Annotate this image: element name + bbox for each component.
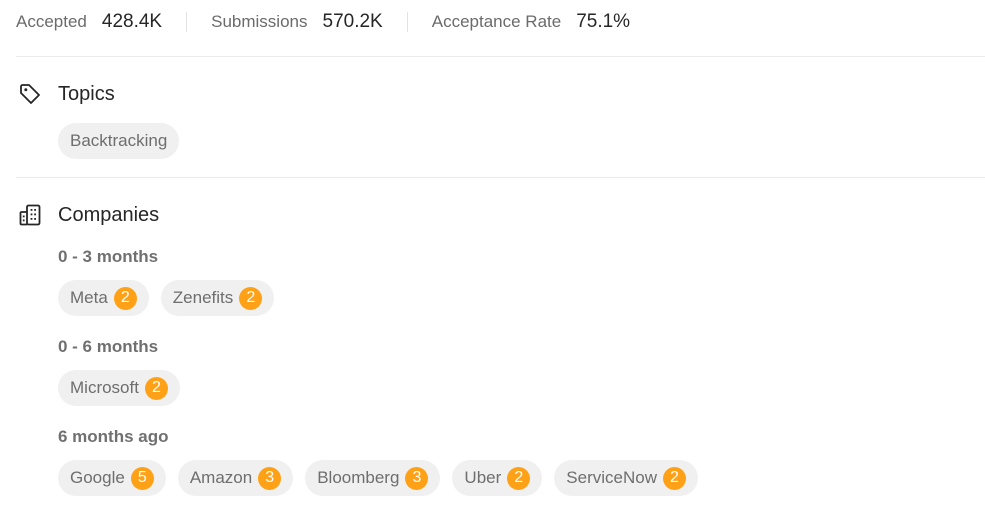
- company-name: ServiceNow: [566, 468, 657, 487]
- topic-tag[interactable]: Backtracking: [58, 123, 180, 159]
- company-name: Zenefits: [172, 288, 234, 307]
- count-badge: 2: [507, 466, 531, 490]
- count-badge: 3: [258, 466, 282, 490]
- stat-label: Acceptance Rate: [431, 12, 562, 31]
- companies-header[interactable]: Companies: [18, 201, 159, 229]
- stat-accepted: Accepted 428.4K: [16, 11, 162, 33]
- company-tag-google[interactable]: Google 5: [58, 460, 166, 496]
- section-title: Companies: [58, 203, 160, 226]
- company-tags: Meta 2 Zenefits 2: [58, 280, 275, 316]
- stat-value: 75.1%: [576, 11, 631, 32]
- company-tag-amazon[interactable]: Amazon 3: [177, 460, 294, 496]
- company-tag-servicenow[interactable]: ServiceNow 2: [554, 460, 698, 496]
- company-tags: Microsoft 2: [58, 370, 180, 406]
- divider: [406, 12, 408, 32]
- company-tags: Google 5 Amazon 3 Bloomberg 3 Uber 2 Ser…: [58, 460, 698, 496]
- topics-header[interactable]: Topics: [18, 80, 115, 108]
- stats-bar: Accepted 428.4K Submissions 570.2K Accep…: [16, 0, 630, 44]
- company-name: Amazon: [189, 468, 253, 487]
- count-badge: 3: [405, 466, 429, 490]
- section-title: Topics: [58, 82, 115, 105]
- count-badge: 5: [130, 466, 154, 490]
- company-name: Meta: [70, 288, 108, 307]
- count-badge: 2: [239, 286, 263, 310]
- company-group-label: 0 - 3 months: [58, 247, 159, 266]
- building-icon: [18, 203, 42, 227]
- count-badge: 2: [113, 286, 137, 310]
- company-name: Uber: [464, 468, 502, 487]
- company-tag-uber[interactable]: Uber 2: [452, 460, 543, 496]
- tag-icon: [18, 82, 42, 106]
- company-tag-zenefits[interactable]: Zenefits 2: [160, 280, 275, 316]
- stat-value: 428.4K: [101, 11, 163, 32]
- company-tag-bloomberg[interactable]: Bloomberg 3: [305, 460, 441, 496]
- count-badge: 2: [662, 466, 686, 490]
- section-divider: [16, 56, 985, 57]
- stat-label: Submissions: [211, 12, 308, 31]
- company-group-label: 0 - 6 months: [58, 337, 159, 356]
- stat-submissions: Submissions 570.2K: [211, 11, 383, 33]
- stat-value: 570.2K: [322, 11, 383, 32]
- company-group-label: 6 months ago: [58, 427, 169, 446]
- company-tag-meta[interactable]: Meta 2: [58, 280, 149, 316]
- stat-label: Accepted: [16, 12, 87, 31]
- company-name: Google: [70, 468, 125, 487]
- stat-acceptance-rate: Acceptance Rate 75.1%: [432, 11, 630, 33]
- company-tag-microsoft[interactable]: Microsoft 2: [58, 370, 180, 406]
- section-divider: [16, 177, 985, 178]
- divider: [186, 12, 188, 32]
- topic-tags: Backtracking: [58, 123, 180, 159]
- company-name: Bloomberg: [317, 468, 400, 487]
- count-badge: 2: [144, 376, 168, 400]
- company-name: Microsoft: [70, 378, 139, 397]
